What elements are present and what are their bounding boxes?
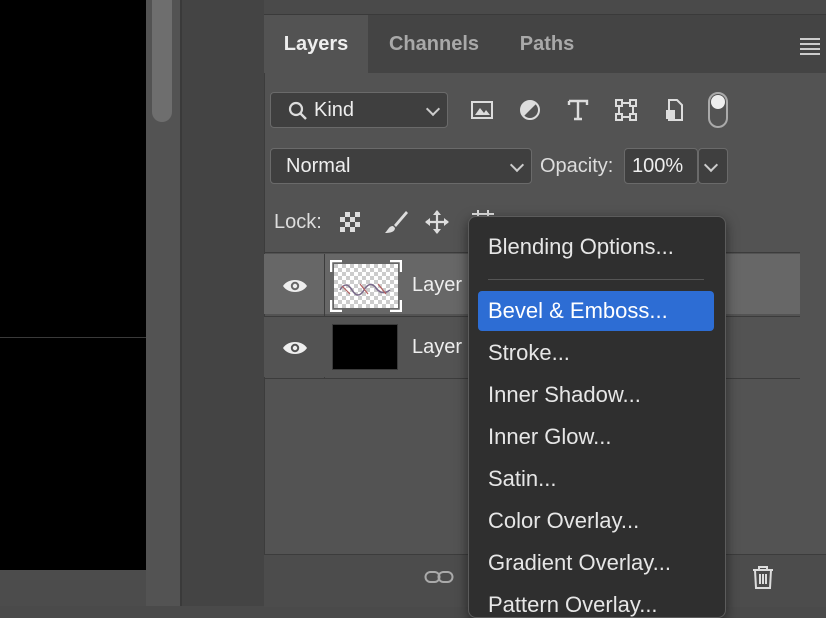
layer-thumbnail-transparent bbox=[330, 260, 402, 312]
shape-filter-icon[interactable] bbox=[614, 98, 638, 122]
tab-layers[interactable]: Layers bbox=[264, 15, 368, 73]
image-filter-icon[interactable] bbox=[470, 98, 494, 122]
blend-mode-value: Normal bbox=[286, 155, 351, 177]
panel-menu-icon[interactable] bbox=[800, 38, 820, 58]
link-layers-icon[interactable] bbox=[424, 568, 454, 586]
tab-paths[interactable]: Paths bbox=[500, 15, 594, 73]
canvas-pasteboard bbox=[0, 570, 146, 606]
layer-thumbnail-black bbox=[332, 324, 398, 370]
trash-icon[interactable] bbox=[750, 564, 776, 590]
menu-item-bevel-emboss[interactable]: Bevel & Emboss... bbox=[488, 298, 668, 324]
layer-name[interactable]: Layer bbox=[412, 274, 462, 297]
scrollbar-thumb[interactable] bbox=[152, 0, 172, 122]
filter-toggle-switch[interactable] bbox=[708, 92, 728, 128]
document-canvas[interactable] bbox=[0, 0, 146, 570]
lock-label: Lock: bbox=[274, 211, 322, 233]
guide-line bbox=[0, 337, 146, 338]
menu-item-inner-glow[interactable]: Inner Glow... bbox=[488, 424, 612, 450]
menu-item-color-overlay[interactable]: Color Overlay... bbox=[488, 508, 639, 534]
lock-transparent-pixels-icon[interactable] bbox=[339, 211, 361, 233]
tab-channels[interactable]: Channels bbox=[368, 15, 500, 73]
panel-gutter bbox=[180, 0, 266, 606]
visibility-eye-icon[interactable] bbox=[282, 340, 308, 356]
panel-top-strip bbox=[264, 0, 826, 15]
layer-name[interactable]: Layer bbox=[412, 336, 462, 359]
lock-image-pixels-brush-icon[interactable] bbox=[382, 208, 410, 236]
kind-filter-label: Kind bbox=[314, 99, 355, 121]
menu-item-inner-shadow[interactable]: Inner Shadow... bbox=[488, 382, 641, 408]
smart-object-filter-icon[interactable] bbox=[662, 98, 686, 122]
type-filter-icon[interactable] bbox=[566, 98, 590, 122]
search-icon bbox=[288, 101, 307, 120]
menu-item-gradient-overlay[interactable]: Gradient Overlay... bbox=[488, 550, 671, 576]
menu-separator bbox=[488, 279, 704, 280]
opacity-label: Opacity: bbox=[540, 155, 614, 177]
adjustment-filter-icon[interactable] bbox=[518, 98, 542, 122]
menu-item-satin[interactable]: Satin... bbox=[488, 466, 556, 492]
lock-position-move-icon[interactable] bbox=[424, 209, 450, 235]
menu-item-blending-options[interactable]: Blending Options... bbox=[488, 234, 674, 260]
opacity-value: 100% bbox=[632, 155, 684, 177]
menu-item-pattern-overlay[interactable]: Pattern Overlay... bbox=[488, 592, 658, 618]
menu-item-stroke[interactable]: Stroke... bbox=[488, 340, 570, 366]
visibility-eye-icon[interactable] bbox=[282, 278, 308, 294]
